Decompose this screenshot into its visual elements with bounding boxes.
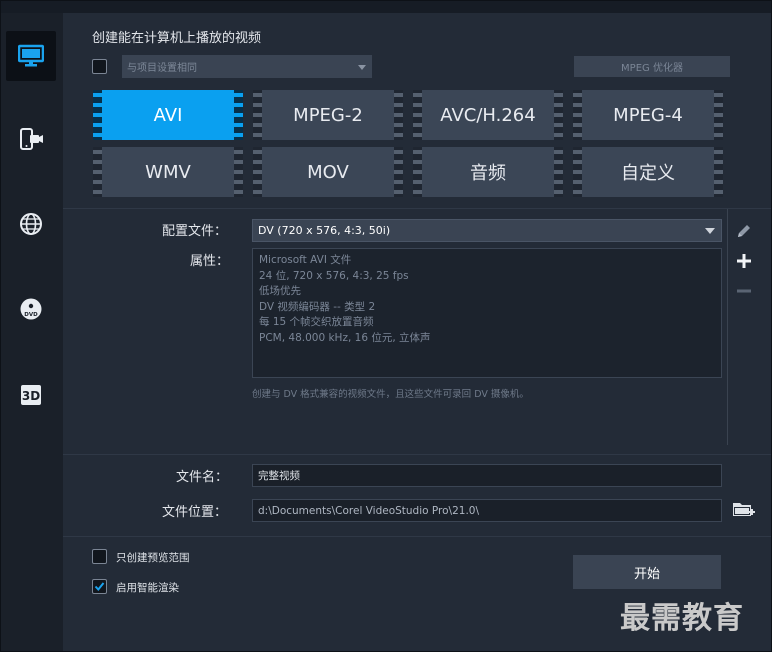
top-strip <box>1 1 771 13</box>
properties-box: Microsoft AVI 文件 24 位, 720 x 576, 4:3, 2… <box>252 248 722 378</box>
format-avi-button[interactable]: AVI <box>93 90 243 140</box>
property-line: 低场优先 <box>259 285 301 297</box>
location-input[interactable]: d:\Documents\Corel VideoStudio Pro\21.0\ <box>252 499 722 522</box>
chevron-down-icon <box>705 228 715 234</box>
checkmark-icon <box>94 582 105 592</box>
format-mpeg4-button[interactable]: MPEG-4 <box>573 90 723 140</box>
format-label: MPEG-2 <box>293 104 363 126</box>
watermark: 最需教育 <box>620 601 744 636</box>
format-custom-button[interactable]: 自定义 <box>573 147 723 197</box>
profile-value: DV (720 x 576, 4:3, 50i) <box>258 224 391 237</box>
sidebar-item-device[interactable] <box>6 114 56 164</box>
edit-pencil-icon[interactable] <box>735 222 753 240</box>
match-project-checkbox[interactable] <box>92 59 107 74</box>
add-icon[interactable] <box>735 252 753 270</box>
sidebar-item-computer[interactable] <box>6 31 56 81</box>
format-label: MOV <box>307 161 349 183</box>
film-strip-left <box>573 90 582 140</box>
preview-only-checkbox[interactable] <box>92 549 107 564</box>
sidebar-item-disc[interactable]: DVD <box>6 284 56 334</box>
format-label: 自定义 <box>621 163 675 184</box>
film-strip-right <box>394 147 403 197</box>
location-value: d:\Documents\Corel VideoStudio Pro\21.0\ <box>258 504 480 517</box>
folder-add-icon[interactable] <box>732 500 756 520</box>
globe-icon <box>20 213 42 235</box>
property-line: PCM, 48.000 kHz, 16 位元, 立体声 <box>259 331 431 344</box>
format-wmv-button[interactable]: WMV <box>93 147 243 197</box>
remove-icon[interactable] <box>735 282 753 300</box>
svg-text:DVD: DVD <box>24 312 38 318</box>
property-line: 每 15 个帧交织放置音频 <box>259 316 374 328</box>
start-button[interactable]: 开始 <box>573 555 721 589</box>
film-strip-left <box>253 90 262 140</box>
device-icon <box>20 128 43 150</box>
format-mpeg2-button[interactable]: MPEG-2 <box>253 90 403 140</box>
film-strip-right <box>554 147 563 197</box>
divider <box>63 454 771 455</box>
property-line: 24 位, 720 x 576, 4:3, 25 fps <box>259 269 409 282</box>
svg-text:3D: 3D <box>22 389 40 403</box>
mpeg-optimizer-button[interactable]: MPEG 优化器 <box>574 56 730 77</box>
film-strip-right <box>714 147 723 197</box>
film-strip-left <box>93 90 102 140</box>
film-strip-right <box>394 90 403 140</box>
sidebar-item-web[interactable] <box>6 199 56 249</box>
properties-label: 属性： <box>190 254 230 269</box>
dvd-icon: DVD <box>20 298 42 320</box>
format-label: 音频 <box>470 163 506 184</box>
match-project-dropdown[interactable]: 与项目设置相同 <box>122 55 372 78</box>
format-label: AVI <box>153 104 183 126</box>
profile-label: 配置文件： <box>162 224 228 239</box>
format-label: AVC/H.264 <box>440 104 536 126</box>
side-divider <box>727 209 728 445</box>
3d-icon: 3D <box>21 385 41 405</box>
film-strip-right <box>554 90 563 140</box>
profile-hint: 创建与 DV 格式兼容的视频文件，且这些文件可录回 DV 摄像机。 <box>252 389 529 400</box>
film-strip-left <box>573 147 582 197</box>
preview-only-label: 只创建预览范围 <box>116 552 190 564</box>
filename-value: 完整视频 <box>258 470 300 482</box>
divider <box>63 208 771 209</box>
divider <box>63 536 771 537</box>
sidebar: DVD 3D <box>1 13 63 651</box>
film-strip-left <box>413 147 422 197</box>
format-audio-button[interactable]: 音频 <box>413 147 563 197</box>
filename-input[interactable]: 完整视频 <box>252 464 722 487</box>
location-label: 文件位置： <box>162 505 228 520</box>
property-line: Microsoft AVI 文件 <box>259 254 352 266</box>
film-strip-left <box>413 90 422 140</box>
share-panel: DVD 3D 创建能在计算机上播放的视频 与项目设置相同 MPEG 优化器 AV… <box>0 0 772 652</box>
film-strip-right <box>234 90 243 140</box>
film-strip-left <box>93 147 102 197</box>
sidebar-item-3d[interactable]: 3D <box>6 370 56 420</box>
smart-render-checkbox[interactable] <box>92 579 107 594</box>
profile-dropdown[interactable]: DV (720 x 576, 4:3, 50i) <box>252 219 722 242</box>
match-project-dropdown-value: 与项目设置相同 <box>127 63 197 74</box>
chevron-down-icon <box>358 64 366 70</box>
film-strip-right <box>714 90 723 140</box>
monitor-icon <box>18 44 44 67</box>
filename-label: 文件名： <box>176 470 229 485</box>
film-strip-right <box>234 147 243 197</box>
format-label: WMV <box>145 161 191 183</box>
property-line: DV 视频编码器 -- 类型 2 <box>259 300 376 313</box>
smart-render-label: 启用智能渲染 <box>116 582 179 594</box>
format-avc-button[interactable]: AVC/H.264 <box>413 90 563 140</box>
film-strip-left <box>253 147 262 197</box>
format-mov-button[interactable]: MOV <box>253 147 403 197</box>
format-label: MPEG-4 <box>613 104 683 126</box>
panel-title: 创建能在计算机上播放的视频 <box>92 31 262 46</box>
